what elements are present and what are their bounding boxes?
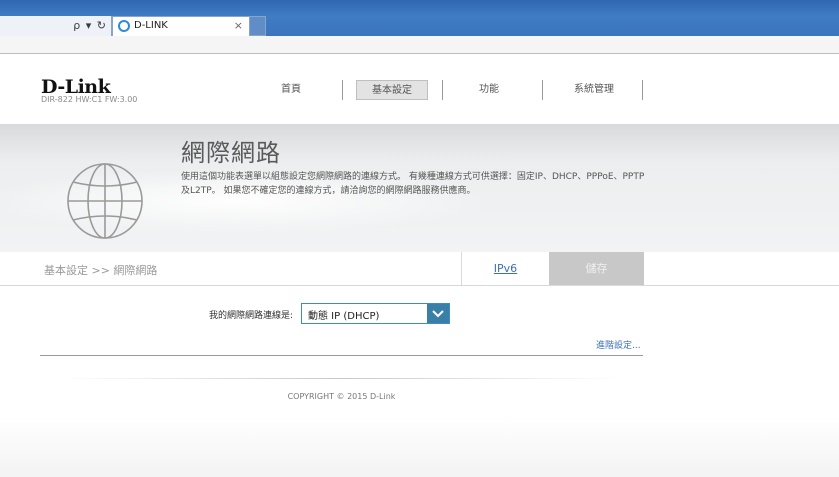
divider xyxy=(40,355,643,356)
chevron-down-icon[interactable] xyxy=(427,304,449,323)
browser-toolbar-strip xyxy=(0,36,839,54)
nav-features[interactable]: 功能 xyxy=(450,80,528,100)
browser-tab[interactable]: D-LINK × xyxy=(112,16,250,36)
connection-type-label: 我的網際網路連線是: xyxy=(209,311,294,321)
address-bar[interactable]: ρ ▾ ↻ xyxy=(0,16,112,36)
nav-separator xyxy=(542,80,543,100)
page-banner: 網際網路 使用這個功能表選單以組態設定您網際網路的連線方式。 有幾種連線方式可供… xyxy=(0,124,839,252)
router-header: D-Link DIR-822 HW:C1 FW:3.00 首頁 基本設定 功能 … xyxy=(0,54,839,124)
address-controls[interactable]: ρ ▾ ↻ xyxy=(73,19,107,32)
new-tab-button[interactable] xyxy=(250,16,266,36)
nav-separator xyxy=(642,80,643,100)
footer-divider xyxy=(60,378,620,379)
copyright: COPYRIGHT © 2015 D-Link xyxy=(287,392,396,401)
model-info: DIR-822 HW:C1 FW:3.00 xyxy=(41,95,138,104)
browser-title-bar: ρ ▾ ↻ D-LINK × xyxy=(0,0,839,36)
connection-type-value: 動態 IP (DHCP) xyxy=(308,311,380,322)
breadcrumb-row: 基本設定 >> 網際網路 IPv6 儲存 xyxy=(0,252,839,286)
globe-icon xyxy=(67,163,143,239)
advanced-settings-link[interactable]: 進階設定... xyxy=(596,338,641,351)
page-title: 網際網路 xyxy=(181,139,281,167)
nav-home[interactable]: 首頁 xyxy=(252,80,330,100)
tab-close-icon[interactable]: × xyxy=(234,19,243,32)
nav-system-management[interactable]: 系統管理 xyxy=(552,80,636,100)
tab-title: D-LINK xyxy=(134,20,168,31)
page-description: 使用這個功能表選單以組態設定您網際網路的連線方式。 有幾種連線方式可供選擇：固定… xyxy=(181,172,645,196)
ie-icon xyxy=(118,20,130,32)
nav-separator xyxy=(442,80,443,100)
nav-basic-settings[interactable]: 基本設定 xyxy=(356,80,428,100)
footer-background xyxy=(0,415,839,477)
breadcrumb: 基本設定 >> 網際網路 xyxy=(44,264,158,277)
nav-separator xyxy=(342,80,343,100)
save-button[interactable]: 儲存 xyxy=(549,252,644,285)
connection-type-select[interactable]: 動態 IP (DHCP) xyxy=(301,303,450,324)
ipv6-button[interactable]: IPv6 xyxy=(461,252,549,285)
